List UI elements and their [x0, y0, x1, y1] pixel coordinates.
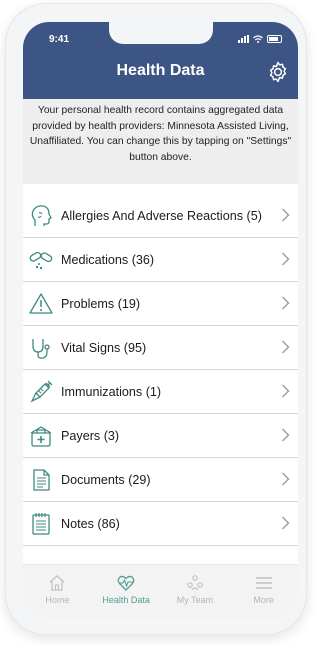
tab-home[interactable]: Home [23, 565, 92, 619]
chevron-right-icon [282, 296, 290, 310]
list-item-label: Notes (86) [61, 516, 120, 531]
status-time: 9:41 [49, 34, 70, 45]
device-notch [109, 22, 213, 44]
list-item-label: Problems (19) [61, 296, 141, 311]
head-profile-icon [29, 204, 53, 228]
list-item-allergies[interactable]: Allergies And Adverse Reactions (5) [23, 194, 298, 238]
warning-icon [29, 292, 53, 316]
list-item-label: Vital Signs (95) [61, 340, 147, 355]
list-item-label: Immunizations (1) [61, 384, 162, 399]
list-item-notes[interactable]: Notes (86) [23, 502, 298, 546]
team-icon [187, 575, 203, 591]
app-screen: 9:41 Health Data Your personal health re… [23, 22, 298, 619]
signal-icon [238, 35, 249, 43]
tab-my-team[interactable]: My Team [161, 565, 230, 619]
home-icon [49, 575, 65, 591]
tab-label: More [253, 595, 274, 605]
phone-frame: 9:41 Health Data Your personal health re… [6, 4, 306, 634]
chevron-right-icon [282, 516, 290, 530]
chevron-right-icon [282, 384, 290, 398]
list-item-label: Medications (36) [61, 252, 155, 267]
tab-label: Health Data [102, 595, 150, 605]
document-icon [29, 468, 53, 492]
tab-more[interactable]: More [229, 565, 298, 619]
list-item-medications[interactable]: Medications (36) [23, 238, 298, 282]
chevron-right-icon [282, 208, 290, 222]
battery-icon [267, 35, 282, 43]
status-icons [238, 35, 282, 43]
stethoscope-icon [29, 336, 53, 360]
tab-label: My Team [176, 595, 214, 605]
bottom-tab-bar: Home Health Data My Team More [23, 564, 298, 619]
chevron-right-icon [282, 472, 290, 486]
list-item-documents[interactable]: Documents (29) [23, 458, 298, 502]
list-item-payers[interactable]: Payers (3) [23, 414, 298, 458]
list-item-label: Allergies And Adverse Reactions (5) [61, 208, 262, 223]
notepad-icon [29, 512, 53, 536]
chevron-right-icon [282, 252, 290, 266]
wifi-icon [253, 35, 263, 43]
tab-health-data[interactable]: Health Data [92, 565, 161, 619]
heart-pulse-icon [117, 575, 135, 591]
health-category-list: Allergies And Adverse Reactions (5) Medi… [23, 194, 298, 546]
syringe-icon [29, 380, 53, 404]
list-item-label: Payers (3) [61, 428, 120, 443]
app-header: 9:41 Health Data [23, 22, 298, 99]
page-title: Health Data [116, 62, 205, 79]
pills-icon [29, 248, 53, 272]
list-item-problems[interactable]: Problems (19) [23, 282, 298, 326]
list-item-label: Documents (29) [61, 472, 151, 487]
list-item-vital-signs[interactable]: Vital Signs (95) [23, 326, 298, 370]
chevron-right-icon [282, 340, 290, 354]
chevron-right-icon [282, 428, 290, 442]
settings-gear-icon[interactable] [266, 60, 290, 84]
menu-icon [255, 577, 272, 589]
list-item-immunizations[interactable]: Immunizations (1) [23, 370, 298, 414]
medical-bag-icon [29, 424, 53, 448]
tab-label: Home [45, 595, 70, 605]
info-banner: Your personal health record contains agg… [23, 99, 298, 184]
